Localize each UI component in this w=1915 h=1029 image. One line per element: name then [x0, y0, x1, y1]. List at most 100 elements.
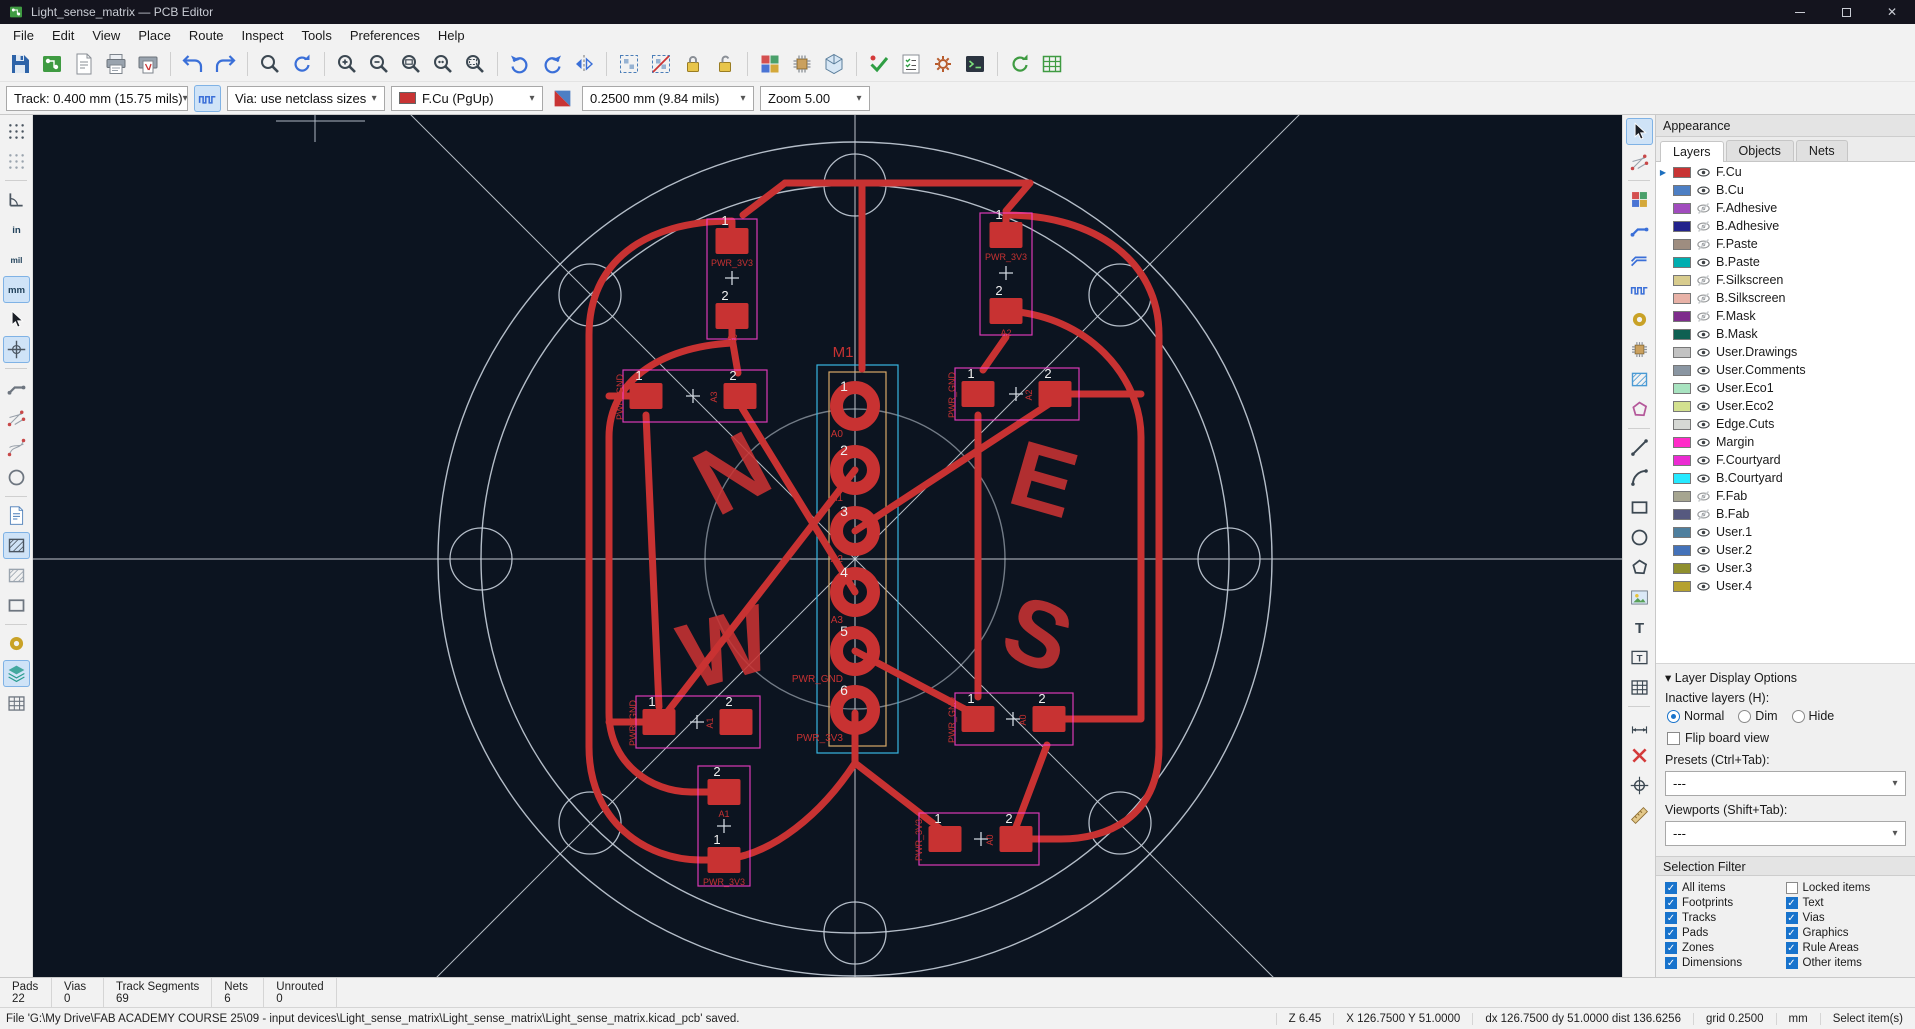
- layer-visible-eye-icon[interactable]: [1696, 453, 1711, 468]
- menu-edit[interactable]: Edit: [43, 26, 83, 45]
- layer-row-user-eco2[interactable]: User.Eco2: [1656, 397, 1915, 415]
- layer-hidden-eye-icon[interactable]: [1696, 237, 1711, 252]
- radio-normal[interactable]: Normal: [1667, 709, 1724, 723]
- layer-visible-eye-icon[interactable]: [1696, 345, 1711, 360]
- layer-hidden-eye-icon[interactable]: [1696, 291, 1711, 306]
- add-textbox-icon[interactable]: T: [1626, 644, 1653, 671]
- rotate-ccw-icon[interactable]: [505, 49, 535, 79]
- layer-row-user-2[interactable]: User.2: [1656, 541, 1915, 559]
- cursor-shape-icon[interactable]: [3, 306, 30, 333]
- highlight-net-icon[interactable]: [1626, 186, 1653, 213]
- drc-icon[interactable]: [864, 49, 894, 79]
- layer-visible-eye-icon[interactable]: [1696, 381, 1711, 396]
- zoom-in-icon[interactable]: [332, 49, 362, 79]
- via-size-dropdown[interactable]: Via: use netclass sizes ▾: [227, 85, 385, 111]
- add-rule-area-icon[interactable]: [1626, 396, 1653, 423]
- layer-visible-eye-icon[interactable]: [1696, 255, 1711, 270]
- layer-color-swatch[interactable]: [1673, 256, 1691, 268]
- layer-row-f-adhesive[interactable]: F.Adhesive: [1656, 199, 1915, 217]
- filter-zones[interactable]: ✓ Zones: [1665, 941, 1786, 955]
- net-inspector-icon[interactable]: [755, 49, 785, 79]
- add-zone-icon[interactable]: [1626, 366, 1653, 393]
- filter-vias[interactable]: ✓ Vias: [1785, 911, 1907, 925]
- draw-rect-icon[interactable]: [1626, 494, 1653, 521]
- 3d-viewer-icon[interactable]: [819, 49, 849, 79]
- layer-row-user-4[interactable]: User.4: [1656, 577, 1915, 595]
- appearance-panel-icon[interactable]: [2, 660, 30, 687]
- add-text-icon[interactable]: T: [1626, 614, 1653, 641]
- filter-pads[interactable]: ✓ Pads: [1665, 926, 1786, 940]
- filter-rule-areas[interactable]: ✓ Rule Areas: [1785, 941, 1907, 955]
- plugin-icon[interactable]: [928, 49, 958, 79]
- layer-visible-eye-icon[interactable]: [1696, 579, 1711, 594]
- tab-objects[interactable]: Objects: [1725, 140, 1794, 161]
- filter-locked-items[interactable]: Locked items: [1785, 881, 1907, 895]
- layer-color-swatch[interactable]: [1673, 562, 1691, 574]
- add-footprint-icon[interactable]: [1626, 336, 1653, 363]
- layer-visible-eye-icon[interactable]: [1696, 399, 1711, 414]
- drawing-sheet-icon[interactable]: [3, 502, 30, 529]
- curved-ratsnest-icon[interactable]: [3, 434, 30, 461]
- layer-row-b-mask[interactable]: B.Mask: [1656, 325, 1915, 343]
- filter-footprints[interactable]: ✓ Footprints: [1665, 896, 1786, 910]
- zoom-out-icon[interactable]: [364, 49, 394, 79]
- find-icon[interactable]: [255, 49, 285, 79]
- footprint-editor-icon[interactable]: [787, 49, 817, 79]
- layer-color-swatch[interactable]: [1673, 346, 1691, 358]
- menu-tools[interactable]: Tools: [292, 26, 340, 45]
- layer-row-f-courtyard[interactable]: F.Courtyard: [1656, 451, 1915, 469]
- flip-board-view-checkbox[interactable]: Flip board view: [1667, 731, 1906, 745]
- track-width-dropdown[interactable]: Track: 0.400 mm (15.75 mils) ▾: [6, 85, 188, 111]
- layer-color-swatch[interactable]: [1673, 202, 1691, 214]
- design-rules-icon[interactable]: [896, 49, 926, 79]
- active-layer-dropdown[interactable]: F.Cu (PgUp) ▾: [391, 85, 543, 111]
- layer-visible-eye-icon[interactable]: [1696, 525, 1711, 540]
- layer-visible-eye-icon[interactable]: [1696, 435, 1711, 450]
- layer-row-b-adhesive[interactable]: B.Adhesive: [1656, 217, 1915, 235]
- zoom-dropdown[interactable]: Zoom 5.00 ▾: [760, 85, 870, 111]
- layer-visible-eye-icon[interactable]: [1696, 543, 1711, 558]
- layer-row-user-eco1[interactable]: User.Eco1: [1656, 379, 1915, 397]
- menu-inspect[interactable]: Inspect: [233, 26, 293, 45]
- viewports-dropdown[interactable]: --- ▾: [1665, 821, 1906, 846]
- layer-hidden-eye-icon[interactable]: [1696, 489, 1711, 504]
- route-tracks-icon[interactable]: [1626, 216, 1653, 243]
- refresh-icon[interactable]: [287, 49, 317, 79]
- layer-row-user-3[interactable]: User.3: [1656, 559, 1915, 577]
- layer-row-b-paste[interactable]: B.Paste: [1656, 253, 1915, 271]
- flip-board-icon[interactable]: [569, 49, 599, 79]
- delete-tool-icon[interactable]: [1626, 742, 1653, 769]
- layer-color-swatch[interactable]: [1673, 328, 1691, 340]
- layer-hidden-eye-icon[interactable]: [1696, 219, 1711, 234]
- layer-color-swatch[interactable]: [1673, 220, 1691, 232]
- add-via-icon[interactable]: [1626, 306, 1653, 333]
- auto-track-width-toggle[interactable]: [194, 84, 221, 112]
- zone-outline-icon[interactable]: [3, 592, 30, 619]
- layer-color-swatch[interactable]: [1673, 184, 1691, 196]
- layer-row-b-fab[interactable]: B.Fab: [1656, 505, 1915, 523]
- zone-fill-icon[interactable]: [3, 562, 30, 589]
- layer-row-b-silkscreen[interactable]: B.Silkscreen: [1656, 289, 1915, 307]
- layer-visible-eye-icon[interactable]: [1696, 561, 1711, 576]
- outline-pads-icon[interactable]: [3, 464, 30, 491]
- board-setup-icon[interactable]: [37, 49, 67, 79]
- layer-visible-eye-icon[interactable]: [1696, 417, 1711, 432]
- layer-hidden-eye-icon[interactable]: [1696, 507, 1711, 522]
- properties-panel-icon[interactable]: [3, 690, 30, 717]
- presets-dropdown[interactable]: --- ▾: [1665, 771, 1906, 796]
- layer-row-margin[interactable]: Margin: [1656, 433, 1915, 451]
- menu-view[interactable]: View: [83, 26, 129, 45]
- grid-visibility-icon[interactable]: [3, 118, 30, 145]
- page-settings-icon[interactable]: [69, 49, 99, 79]
- draw-line-icon[interactable]: [1626, 434, 1653, 461]
- layer-color-swatch[interactable]: [1673, 382, 1691, 394]
- layer-color-swatch[interactable]: [1673, 364, 1691, 376]
- layer-hidden-eye-icon[interactable]: [1696, 309, 1711, 324]
- maximize-button[interactable]: [1823, 0, 1869, 24]
- layer-row-f-mask[interactable]: F.Mask: [1656, 307, 1915, 325]
- layer-row-edge-cuts[interactable]: Edge.Cuts: [1656, 415, 1915, 433]
- add-table-icon[interactable]: [1626, 674, 1653, 701]
- layer-color-swatch[interactable]: [1673, 526, 1691, 538]
- units-mils-icon[interactable]: mil: [3, 246, 30, 273]
- layer-color-swatch[interactable]: [1673, 400, 1691, 412]
